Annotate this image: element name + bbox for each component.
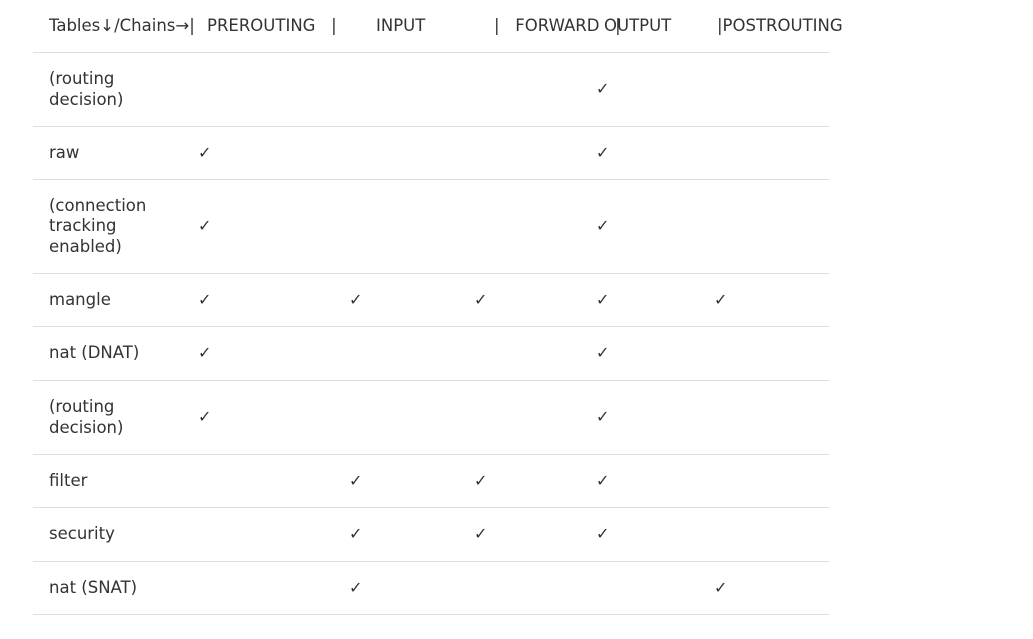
chains-table-container: Tables↓/Chains→| PREROUTING | INPUT | FO… <box>33 0 843 615</box>
header-output: OUTPUT <box>590 0 708 53</box>
cell-input <box>339 179 464 274</box>
cell-postrouting <box>708 326 829 381</box>
cell-forward <box>464 326 590 381</box>
cell-forward <box>464 179 590 274</box>
cell-prerouting <box>193 507 339 562</box>
cell-prerouting: ✓ <box>193 179 339 274</box>
table-body: (routing decision) ✓ raw ✓ ✓ (connection… <box>33 52 829 615</box>
cell-input: ✓ <box>339 273 464 327</box>
table-row: (routing decision) ✓ <box>33 52 829 127</box>
cell-postrouting: ✓ <box>708 273 829 327</box>
header-label: | FORWARD | <box>494 15 621 35</box>
table-row: (connection tracking enabled) ✓ ✓ <box>33 179 829 274</box>
header-label: OUTPUT <box>604 15 672 35</box>
header-input: INPUT <box>339 0 464 53</box>
cell-output: ✓ <box>590 326 708 381</box>
cell-forward <box>464 380 590 455</box>
cell-output <box>590 561 708 615</box>
header-prerouting: PREROUTING | <box>193 0 339 53</box>
cell-input: ✓ <box>339 507 464 562</box>
header-label: Tables↓/Chains→| <box>49 15 195 35</box>
header-tables-chains: Tables↓/Chains→| <box>33 0 195 53</box>
cell-output: ✓ <box>590 179 708 274</box>
cell-forward: ✓ <box>464 507 590 562</box>
table-row: nat (DNAT) ✓ ✓ <box>33 326 829 381</box>
cell-prerouting <box>193 454 339 508</box>
table-row: raw ✓ ✓ <box>33 126 829 180</box>
row-label: (routing decision) <box>33 380 193 455</box>
cell-input <box>339 326 464 381</box>
header-label: PREROUTING | <box>207 15 337 35</box>
table-row: security ✓ ✓ ✓ <box>33 507 829 562</box>
table-row: mangle ✓ ✓ ✓ ✓ ✓ <box>33 273 829 327</box>
cell-prerouting: ✓ <box>193 126 339 180</box>
row-label: (routing decision) <box>33 52 193 127</box>
row-label: filter <box>33 454 193 508</box>
cell-forward <box>464 52 590 127</box>
cell-prerouting: ✓ <box>193 326 339 381</box>
cell-input: ✓ <box>339 561 464 615</box>
cell-prerouting: ✓ <box>193 273 339 327</box>
cell-forward <box>464 126 590 180</box>
table-row: (routing decision) ✓ ✓ <box>33 380 829 455</box>
table-row: nat (SNAT) ✓ ✓ <box>33 561 829 615</box>
cell-forward: ✓ <box>464 273 590 327</box>
table-header-row: Tables↓/Chains→| PREROUTING | INPUT | FO… <box>33 0 843 53</box>
cell-postrouting <box>708 179 829 274</box>
row-label: security <box>33 507 193 562</box>
cell-postrouting <box>708 454 829 508</box>
cell-postrouting <box>708 52 829 127</box>
table-row: filter ✓ ✓ ✓ <box>33 454 829 508</box>
header-label: INPUT <box>376 15 426 35</box>
cell-forward <box>464 561 590 615</box>
cell-postrouting <box>708 507 829 562</box>
cell-postrouting <box>708 380 829 455</box>
cell-prerouting: ✓ <box>193 380 339 455</box>
cell-postrouting: ✓ <box>708 561 829 615</box>
row-label: mangle <box>33 273 193 327</box>
cell-output: ✓ <box>590 380 708 455</box>
row-label: nat (DNAT) <box>33 326 193 381</box>
cell-prerouting <box>193 561 339 615</box>
cell-input: ✓ <box>339 454 464 508</box>
cell-output: ✓ <box>590 273 708 327</box>
cell-prerouting <box>193 52 339 127</box>
tables-chains-table: Tables↓/Chains→| PREROUTING | INPUT | FO… <box>33 0 843 615</box>
cell-output: ✓ <box>590 454 708 508</box>
cell-output: ✓ <box>590 507 708 562</box>
cell-postrouting <box>708 126 829 180</box>
cell-input <box>339 380 464 455</box>
header-forward: | FORWARD | <box>464 0 621 53</box>
cell-output: ✓ <box>590 52 708 127</box>
row-label: nat (SNAT) <box>33 561 193 615</box>
cell-output: ✓ <box>590 126 708 180</box>
cell-forward: ✓ <box>464 454 590 508</box>
header-postrouting: |POSTROUTING <box>708 0 843 53</box>
cell-input <box>339 126 464 180</box>
row-label: (connection tracking enabled) <box>33 179 193 274</box>
cell-input <box>339 52 464 127</box>
header-label: |POSTROUTING <box>717 15 843 35</box>
row-label: raw <box>33 126 193 180</box>
